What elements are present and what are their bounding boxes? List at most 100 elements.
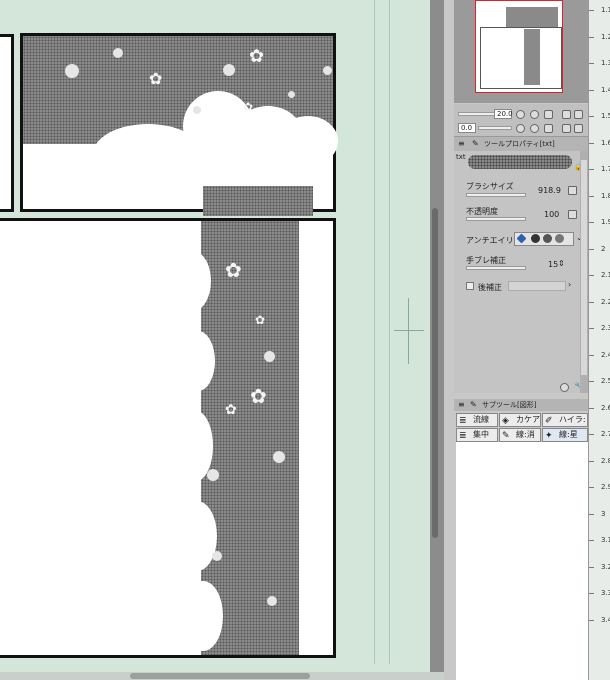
preview-panel-outline	[480, 27, 562, 89]
brush-preview	[468, 155, 572, 169]
snow-dot	[288, 91, 295, 98]
ruler-tick-label: 3.2	[601, 562, 610, 571]
screentone-strip	[203, 186, 313, 216]
fullscreen-icon[interactable]	[574, 110, 583, 119]
ruler-tick-label: 2.5	[601, 377, 610, 385]
settings-icon[interactable]	[560, 383, 569, 392]
ruler-tick-label: 2.3	[601, 324, 610, 332]
rotate-right-icon[interactable]	[530, 124, 539, 133]
menu-icon[interactable]: ≡	[458, 400, 465, 409]
star-shape: ✿	[255, 313, 266, 327]
ruler-tick-label: 1.4	[601, 85, 610, 94]
ruler-tick-label: 2.6	[601, 403, 610, 412]
canvas-area[interactable]: ✿ ✿ ✿ ✿ ✿ ✿ ✿	[0, 0, 428, 672]
star-shape: ✿	[149, 69, 163, 88]
subtool-tab[interactable]: ≡ ✎ サブツール[図形]	[454, 399, 588, 411]
canvas-guide-line	[389, 0, 390, 664]
pen-icon: ✎	[470, 400, 477, 409]
flip-horizontal-icon[interactable]	[562, 124, 571, 133]
navigator-preview[interactable]	[475, 0, 563, 93]
scrollbar-thumb[interactable]	[130, 673, 310, 679]
ruler-tick-mark	[589, 434, 594, 435]
snow-dot	[207, 469, 219, 481]
ruler-tick-label: 1.2	[601, 32, 610, 41]
ruler-tick-mark	[589, 275, 594, 276]
flip-vertical-icon[interactable]	[574, 124, 583, 133]
rotate-slider[interactable]	[478, 126, 512, 130]
snow-dot	[223, 64, 235, 76]
star-shape: ✿	[243, 100, 254, 114]
post-correction-checkbox[interactable]	[466, 282, 474, 290]
pen-icon: ✎	[472, 139, 479, 148]
chevron-right-icon[interactable]: ›	[568, 280, 571, 289]
antialias-none[interactable]	[516, 233, 527, 244]
tool-property-tab[interactable]: ≡ ✎ ツールプロパティ[txt]	[454, 137, 588, 152]
ruler-tick-mark	[589, 407, 594, 409]
ruler-tick-mark	[589, 63, 594, 64]
snow-dot	[212, 551, 222, 561]
rotate-left-icon[interactable]	[516, 124, 525, 133]
ruler-tick-label: 3	[601, 509, 606, 518]
fit-icon[interactable]	[544, 110, 553, 119]
antialias-strong[interactable]	[555, 234, 564, 243]
antialias-weak[interactable]	[531, 234, 540, 243]
snow-dot	[113, 48, 123, 58]
star-shape: ✿	[225, 258, 242, 282]
reset-icon[interactable]	[544, 124, 553, 133]
ruler-tick-mark	[589, 222, 594, 223]
subtool-highlight-button[interactable]: ✐ ハイラ:	[542, 413, 588, 427]
star-shape: ✿	[250, 384, 267, 408]
flip-icon[interactable]	[562, 110, 571, 119]
stabilization-slider[interactable]	[466, 266, 526, 270]
size-option-icon[interactable]	[568, 186, 577, 195]
comic-panel-bottom: ✿ ✿ ✿ ✿	[0, 218, 336, 658]
ruler-tick-label: 1.9	[601, 218, 610, 226]
opacity-option-icon[interactable]	[568, 210, 577, 219]
subtool-line-erase-button[interactable]: ✎ 線:消	[499, 428, 541, 442]
star-shape: ✿	[225, 402, 237, 418]
snow-dot	[267, 596, 277, 606]
ruler-tick-mark	[589, 10, 594, 11]
ruler-tick-label: 1.1	[601, 6, 610, 14]
pen-icon: ✎	[502, 431, 510, 441]
snow-dot	[193, 106, 201, 114]
subtool-streamline-button[interactable]: ≣ 流線	[456, 413, 498, 427]
ruler-tick-label: 3.1	[601, 536, 610, 544]
canvas-guide-line	[374, 0, 375, 664]
ruler-tick-mark	[589, 116, 594, 117]
opacity-value[interactable]: 100	[544, 210, 559, 219]
subtool-title: サブツール[図形]	[482, 401, 537, 409]
antialias-medium[interactable]	[543, 234, 552, 243]
scrollbar-thumb[interactable]	[581, 160, 587, 375]
brush-name: txt	[456, 153, 466, 161]
preview-tone	[506, 7, 558, 27]
star-icon: ✦	[545, 431, 553, 441]
plus-circle-icon[interactable]	[530, 110, 539, 119]
ruler-tick-label: 1.7	[601, 165, 610, 173]
rotate-value-field[interactable]: 0.0	[458, 123, 476, 133]
ruler-tick-mark	[589, 619, 594, 621]
opacity-slider[interactable]	[466, 217, 526, 221]
ruler-tick-mark	[589, 36, 594, 38]
brush-size-slider[interactable]	[466, 193, 526, 197]
ruler-tick-label: 2.4	[601, 350, 610, 359]
subtool-focus-button[interactable]: ≣ 集中	[456, 428, 498, 442]
ruler-tick-label: 1.6	[601, 138, 610, 147]
ruler-tick-label: 3.4	[601, 615, 610, 624]
subtool-star-line-button[interactable]: ✦ 線:星	[542, 428, 588, 442]
brush-size-value[interactable]: 918.9	[538, 186, 561, 195]
ruler-tick-mark	[589, 354, 594, 356]
scrollbar-thumb[interactable]	[432, 208, 438, 538]
streamline-icon: ≣	[459, 416, 467, 426]
subtool-cover-button[interactable]: ◈ カケア:	[499, 413, 541, 427]
antialias-selector[interactable]	[514, 232, 574, 246]
zoom-value-field[interactable]: 20.0	[494, 109, 513, 119]
tool-property-title: ツールプロパティ[txt]	[484, 140, 555, 148]
stepper-icon[interactable]: ⇕	[558, 259, 565, 268]
post-correction-options[interactable]	[508, 281, 566, 291]
ruler-tick-mark	[589, 381, 594, 382]
ruler-tick-label: 2.1	[601, 271, 610, 279]
minus-circle-icon[interactable]	[516, 110, 525, 119]
stabilization-value[interactable]: 15	[548, 260, 558, 269]
menu-icon[interactable]: ≡	[458, 139, 465, 148]
